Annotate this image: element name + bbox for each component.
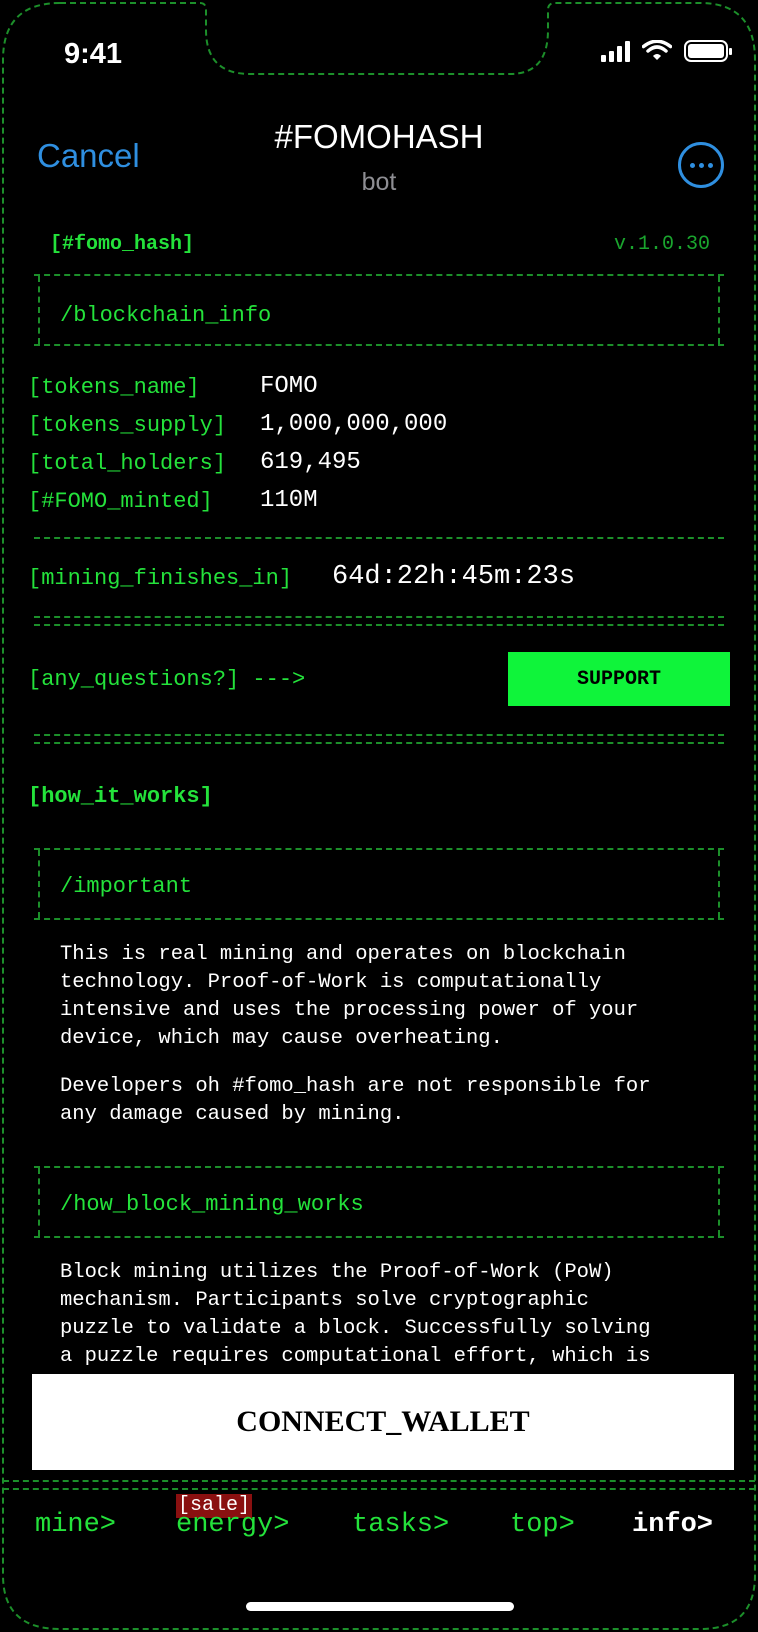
important-paragraph-1: This is real mining and operates on bloc…	[60, 943, 639, 1050]
nav-top[interactable]: top>	[510, 1510, 575, 1540]
wifi-icon	[642, 40, 672, 60]
status-icons	[601, 40, 732, 62]
support-button[interactable]: SUPPORT	[508, 652, 730, 706]
app-tag: [#fomo_hash]	[50, 233, 195, 256]
info-key-total-holders: [total_holders]	[28, 451, 227, 476]
mining-countdown: 64d:22h:45m:23s	[332, 562, 576, 592]
info-value-tokens-supply: 1,000,000,000	[260, 411, 448, 438]
page-title: #FOMOHASH	[274, 118, 484, 155]
app-version: v.1.0.30	[613, 233, 710, 256]
divider	[34, 537, 724, 539]
block-mining-heading: /how_block_mining_works	[60, 1192, 364, 1217]
more-options-button[interactable]	[678, 142, 724, 188]
status-time: 9:41	[64, 38, 123, 70]
page-subtitle: bot	[361, 168, 397, 196]
nav-tasks[interactable]: tasks>	[352, 1510, 449, 1540]
blockchain-info-heading: /blockchain_info	[60, 303, 272, 328]
cellular-signal-icon	[601, 40, 630, 62]
battery-icon	[684, 40, 732, 62]
block-mining-paragraph: Block mining utilizes the Proof-of-Work …	[60, 1261, 651, 1368]
nav-mine[interactable]: mine>	[35, 1510, 116, 1540]
nav-energy[interactable]: energy>	[176, 1510, 289, 1540]
how-it-works-heading: [how_it_works]	[28, 784, 213, 809]
info-value-total-holders: 619,495	[260, 449, 361, 476]
support-prompt: [any_questions?] --->	[28, 667, 306, 692]
info-value-fomo-minted: 110M	[260, 487, 318, 514]
info-key-tokens-supply: [tokens_supply]	[28, 413, 227, 438]
bottom-nav-divider	[3, 1480, 755, 1490]
double-divider	[34, 734, 724, 744]
double-divider	[34, 616, 724, 626]
connect-wallet-button[interactable]: CONNECT_WALLET	[32, 1374, 734, 1470]
info-key-fomo-minted: [#FOMO_minted]	[28, 489, 213, 514]
important-heading: /important	[60, 874, 193, 899]
more-dots-icon	[689, 162, 695, 168]
home-indicator[interactable]	[246, 1602, 514, 1611]
mining-finishes-key: [mining_finishes_in]	[28, 566, 293, 591]
nav-info[interactable]: info>	[632, 1510, 713, 1540]
info-value-tokens-name: FOMO	[260, 373, 318, 400]
important-paragraph-2: Developers oh #fomo_hash are not respons…	[60, 1075, 651, 1126]
info-key-tokens-name: [tokens_name]	[28, 375, 200, 400]
